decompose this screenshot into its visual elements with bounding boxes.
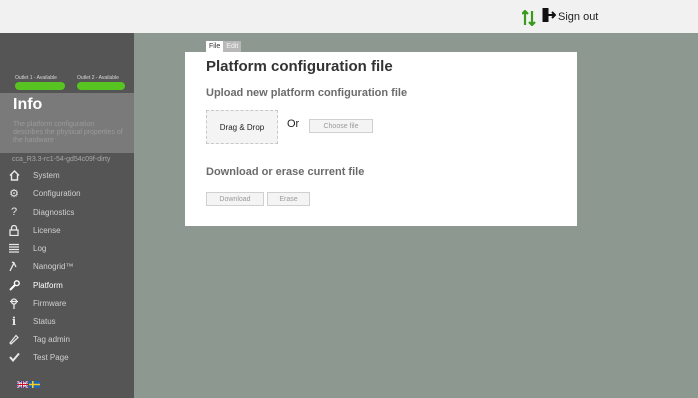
sidebar-item-log[interactable]: Log <box>0 240 134 256</box>
sidebar-item-platform[interactable]: Platform <box>0 277 134 293</box>
sidebar-header: Info The platform configuration describe… <box>0 93 134 153</box>
sort-arrows-icon[interactable] <box>521 9 536 27</box>
upload-section-title: Upload new platform configuration file <box>206 87 408 99</box>
sidebar-item-status[interactable]: i Status <box>0 313 134 329</box>
gear-icon: ⚙ <box>9 187 19 200</box>
erase-button[interactable]: Erase <box>267 192 310 206</box>
sidebar-item-system[interactable]: System <box>0 167 134 183</box>
tab-file[interactable]: File <box>206 41 224 52</box>
sidebar-item-test-page[interactable]: Test Page <box>0 349 134 365</box>
home-icon <box>8 169 20 181</box>
sweden-flag-icon[interactable] <box>29 375 40 393</box>
info-description: The platform configuration describes the… <box>13 121 123 144</box>
tab-edit[interactable]: Edit <box>223 41 242 52</box>
outlet-1-label: Outlet 1 - Available <box>15 75 57 81</box>
sidebar-item-label: Firmware <box>33 298 67 308</box>
uk-flag-icon[interactable] <box>16 375 29 393</box>
info-title: Info <box>13 96 43 113</box>
nanogrid-icon <box>8 260 20 272</box>
sign-out-button[interactable]: Sign out <box>542 7 599 28</box>
firmware-icon <box>8 297 20 309</box>
sidebar-item-label: Nanogrid™ <box>33 261 74 271</box>
sidebar-item-label: System <box>33 170 60 180</box>
sidebar-item-label: Diagnostics <box>33 207 75 217</box>
sidebar-item-nanogrid[interactable]: Nanogrid™ <box>0 258 134 274</box>
sidebar-item-label: Test Page <box>33 352 69 362</box>
content-card: Platform configuration file Upload new p… <box>185 52 577 226</box>
drag-drop-zone[interactable]: Drag & Drop <box>206 110 278 144</box>
sidebar-item-label: Configuration <box>33 188 81 198</box>
outlet-2-status-bar[interactable] <box>77 82 125 90</box>
download-section-title: Download or erase current file <box>206 166 365 178</box>
sidebar-item-diagnostics[interactable]: ? Diagnostics <box>0 204 134 220</box>
tab-bar: File Edit <box>206 41 242 52</box>
top-bar: Sign out <box>0 0 698 33</box>
sidebar-item-label: Platform <box>33 280 63 290</box>
lock-icon <box>8 224 20 236</box>
tag-icon <box>8 333 20 345</box>
or-label: Or <box>287 118 300 130</box>
check-icon <box>8 351 20 363</box>
sidebar-item-label: Status <box>33 316 56 326</box>
sign-out-label: Sign out <box>558 11 599 23</box>
sidebar: Outlet 1 - Available Outlet 2 - Availabl… <box>0 33 134 398</box>
page-title: Platform configuration file <box>206 58 393 75</box>
version-label: cca_R3.3-rc1-54-gd54c09f-dirty <box>12 156 111 163</box>
list-icon <box>8 242 20 254</box>
download-button[interactable]: Download <box>206 192 264 206</box>
sidebar-item-label: License <box>33 225 61 235</box>
sidebar-item-label: Tag admin <box>33 334 70 344</box>
sidebar-item-license[interactable]: License <box>0 222 134 238</box>
language-flags <box>16 375 40 393</box>
sidebar-item-tag-admin[interactable]: Tag admin <box>0 331 134 347</box>
sidebar-item-firmware[interactable]: Firmware <box>0 295 134 311</box>
outlet-1-status-bar[interactable] <box>15 82 65 90</box>
choose-file-button[interactable]: Choose file <box>309 119 373 133</box>
top-left-strip <box>0 0 133 33</box>
outlet-2-label: Outlet 2 - Available <box>77 75 119 81</box>
info-icon: i <box>11 314 17 328</box>
question-icon: ? <box>10 206 18 218</box>
sign-out-icon <box>542 7 557 28</box>
wrench-icon <box>8 279 20 291</box>
sidebar-item-label: Log <box>33 243 47 253</box>
sidebar-item-configuration[interactable]: ⚙ Configuration <box>0 185 134 201</box>
